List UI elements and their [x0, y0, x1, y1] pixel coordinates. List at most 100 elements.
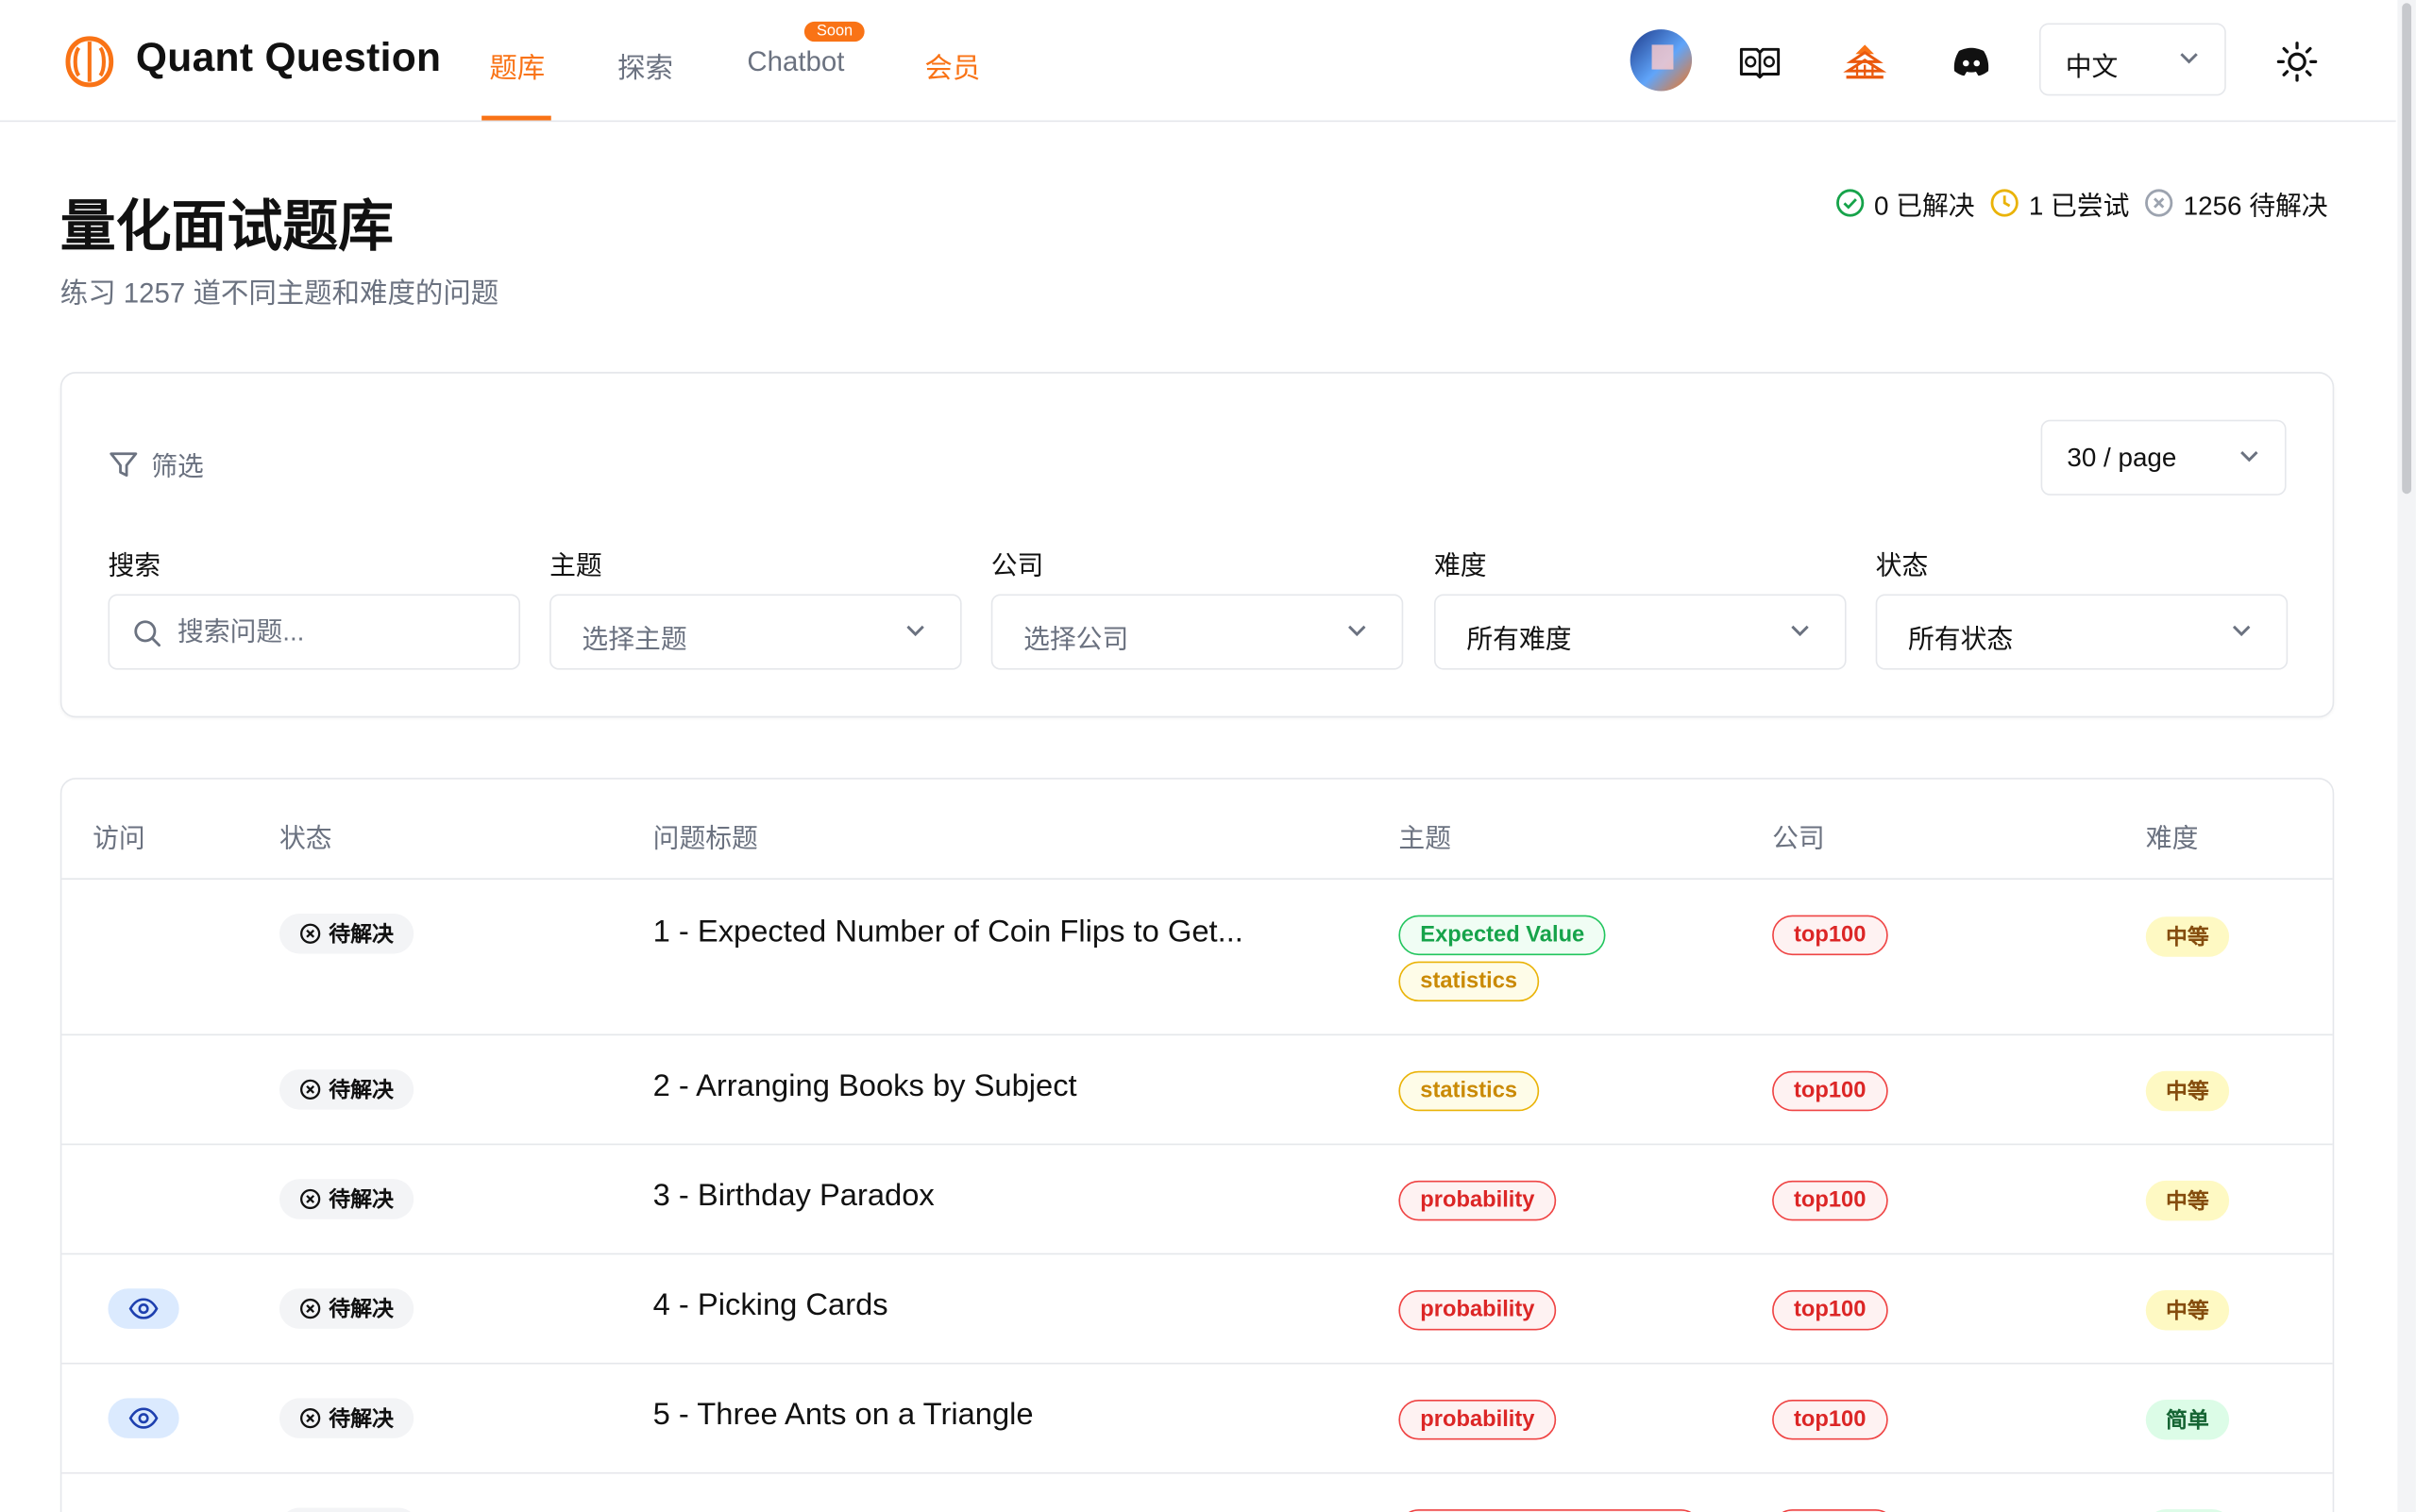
- chevron-down-icon: [1348, 625, 1366, 637]
- column-header-title[interactable]: 问题标题: [653, 816, 758, 855]
- visited-badge: [108, 1288, 179, 1329]
- company-tag[interactable]: top100: [1772, 1180, 1888, 1221]
- chevron-down-icon: [2232, 625, 2251, 637]
- solved-stat: 0 已解决: [1835, 183, 1975, 222]
- active-nav-indicator: [482, 115, 551, 121]
- difficulty-select[interactable]: 所有难度: [1434, 594, 1847, 670]
- difficulty-select-value: 所有难度: [1466, 625, 1572, 655]
- question-title-link[interactable]: 2 - Arranging Books by Subject: [653, 1069, 1077, 1105]
- discord-icon[interactable]: [1950, 41, 1993, 84]
- brain-logo-icon[interactable]: [61, 34, 117, 90]
- company-tag[interactable]: top100: [1772, 1070, 1888, 1112]
- difficulty-badge: 中等: [2145, 1180, 2230, 1221]
- column-header-difficulty[interactable]: 难度: [2146, 816, 2199, 855]
- table-row[interactable]: 待解决 3 - Birthday Paradox probability top…: [61, 1145, 2333, 1255]
- filter-panel: 筛选 30 / page 搜索 主题 选择主题 公司 选择公司 难度 所有难度: [59, 372, 2335, 718]
- column-header-topic[interactable]: 主题: [1398, 816, 1451, 855]
- check-circle-icon: [1836, 188, 1865, 216]
- chevron-down-icon: [906, 625, 924, 637]
- book-icon[interactable]: [1738, 41, 1782, 84]
- company-tag[interactable]: top100: [1772, 915, 1888, 956]
- topic-tag[interactable]: probability: [1398, 1180, 1557, 1221]
- status-badge: 待解决: [279, 913, 414, 954]
- nav-question-bank[interactable]: 题库: [489, 46, 545, 87]
- status-badge-label: 待解决: [329, 1186, 394, 1212]
- difficulty-badge: 中等: [2145, 1070, 2230, 1112]
- topic-tag[interactable]: probability: [1398, 1400, 1557, 1440]
- soon-badge: Soon: [803, 21, 866, 42]
- table-row[interactable]: 待解决 5 - Three Ants on a Triangle probabi…: [61, 1364, 2333, 1474]
- x-circle-icon: [2145, 188, 2173, 216]
- company-select-value: 选择公司: [1023, 625, 1129, 655]
- topic-select[interactable]: 选择主题: [549, 594, 962, 670]
- unsolved-count: 1256 待解决: [2183, 190, 2328, 221]
- nav-chatbot[interactable]: Chatbot: [747, 46, 844, 78]
- chevron-down-icon: [1791, 625, 1809, 637]
- brand-name[interactable]: Quant Question: [136, 34, 441, 82]
- question-title-link[interactable]: 3 - Birthday Paradox: [653, 1179, 935, 1215]
- topic-tag[interactable]: statistics: [1398, 961, 1539, 1002]
- status-select[interactable]: 所有状态: [1875, 594, 2289, 670]
- status-badge: 待解决: [279, 1069, 414, 1110]
- company-tag[interactable]: top100: [1772, 1289, 1888, 1331]
- topic-tag[interactable]: statistics: [1398, 1070, 1539, 1112]
- filter-heading-label: 筛选: [151, 452, 204, 482]
- pagoda-icon[interactable]: [1843, 41, 1887, 84]
- search-input[interactable]: [177, 611, 487, 655]
- table-row[interactable]: 待解决 1 - Expected Number of Coin Flips to…: [61, 880, 2333, 1036]
- clock-icon: [1990, 188, 2019, 216]
- topic-tag[interactable]: probability: [1398, 1289, 1557, 1331]
- search-icon: [134, 620, 161, 647]
- nav-membership[interactable]: 会员: [924, 46, 980, 87]
- x-circle-icon: [300, 1079, 321, 1100]
- difficulty-label: 难度: [1434, 550, 1487, 580]
- topic-tag[interactable]: Expected Value: [1398, 915, 1607, 956]
- sun-icon[interactable]: [2275, 41, 2319, 84]
- attempted-stat: 1 已尝试: [1990, 183, 2129, 222]
- status-badge: [279, 1507, 419, 1512]
- search-field[interactable]: [108, 594, 521, 670]
- column-header-status[interactable]: 状态: [279, 816, 332, 855]
- topic-select-value: 选择主题: [582, 625, 687, 655]
- status-badge-label: 待解决: [329, 1405, 394, 1431]
- page-subtitle: 练习 1257 道不同主题和难度的问题: [59, 277, 499, 310]
- difficulty-badge: 中等: [2145, 1289, 2230, 1331]
- unsolved-stat: 1256 待解决: [2145, 183, 2328, 222]
- x-circle-icon: [300, 923, 321, 944]
- visited-badge: [108, 1398, 179, 1438]
- page-size-value: 30 / page: [2067, 443, 2177, 473]
- company-tag[interactable]: top100: [1772, 1400, 1888, 1440]
- difficulty-badge: 简单: [2145, 1400, 2230, 1440]
- page-size-select[interactable]: 30 / page: [2040, 419, 2287, 496]
- status-badge-label: 待解决: [329, 1077, 394, 1102]
- x-circle-icon: [300, 1408, 321, 1429]
- table-row[interactable]: 待解决 2 - Arranging Books by Subject stati…: [61, 1035, 2333, 1146]
- search-label: 搜索: [108, 550, 161, 580]
- language-select-value: 中文: [2065, 52, 2119, 82]
- status-label: 状态: [1875, 550, 1929, 580]
- company-select[interactable]: 选择公司: [990, 594, 1404, 670]
- avatar[interactable]: [1630, 29, 1693, 92]
- solved-count: 0 已解决: [1874, 190, 1975, 221]
- table-row[interactable]: [61, 1474, 2332, 1512]
- status-badge-label: 待解决: [329, 921, 394, 947]
- filter-heading: 筛选: [108, 445, 204, 483]
- question-title-link[interactable]: 4 - Picking Cards: [653, 1288, 888, 1324]
- column-header-visited[interactable]: 访问: [93, 816, 145, 855]
- column-header-company[interactable]: 公司: [1772, 816, 1825, 855]
- page-scrollbar[interactable]: [2397, 0, 2416, 1512]
- questions-table: 访问 状态 问题标题 主题 公司 难度 待解决 1 - Expected Num…: [59, 778, 2335, 1512]
- status-badge: 待解决: [279, 1179, 414, 1219]
- language-select[interactable]: 中文: [2038, 23, 2226, 96]
- progress-stats: 0 已解决 1 已尝试 1256 待解决: [1835, 183, 2343, 222]
- question-title-link[interactable]: 1 - Expected Number of Coin Flips to Get…: [653, 916, 1243, 951]
- status-badge: 待解决: [279, 1398, 414, 1438]
- app-root: Quant Question 题库 探索 Chatbot Soon 会员 中文: [0, 0, 2416, 1512]
- page-title: 量化面试题库: [59, 194, 394, 259]
- chevron-down-icon: [2240, 451, 2258, 462]
- question-title-link[interactable]: 5 - Three Ants on a Triangle: [653, 1398, 1034, 1434]
- status-badge-label: 待解决: [329, 1296, 394, 1321]
- nav-explore[interactable]: 探索: [617, 46, 673, 87]
- scrollbar-thumb[interactable]: [2402, 3, 2412, 495]
- table-row[interactable]: 待解决 4 - Picking Cards probability top100…: [61, 1254, 2333, 1365]
